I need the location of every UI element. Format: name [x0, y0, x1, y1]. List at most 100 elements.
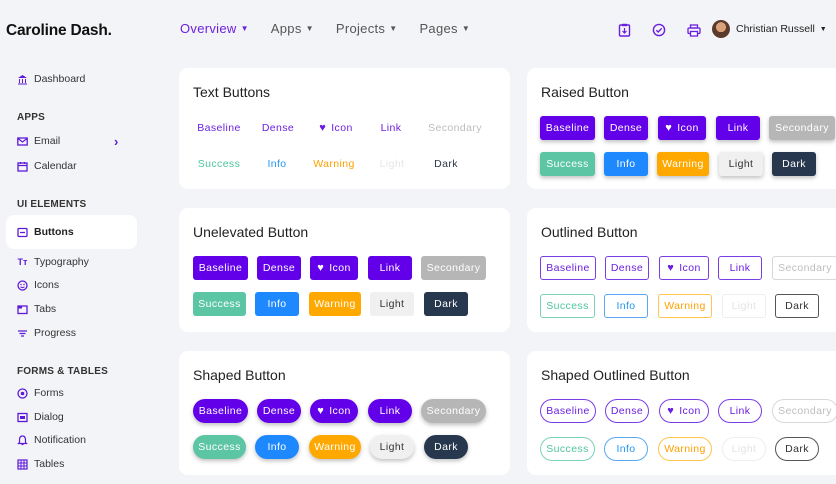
topnav-overview[interactable]: Overview ▼ — [180, 21, 249, 36]
link-button[interactable]: Link — [718, 399, 762, 423]
sidebar-item-typography[interactable]: Tт Typography — [17, 252, 89, 272]
printer-icon[interactable] — [684, 22, 704, 38]
card-shaped-outlined-button: Shaped Outlined Button Baseline Dense ♥ I… — [527, 351, 836, 475]
secondary-button[interactable]: Secondary — [421, 256, 486, 280]
light-button[interactable]: Light — [722, 294, 766, 318]
secondary-button[interactable]: Secondary — [769, 116, 835, 140]
baseline-button[interactable]: Baseline — [193, 399, 248, 423]
topnav-label: Overview — [180, 21, 237, 36]
light-button[interactable]: Light — [370, 292, 414, 316]
success-button[interactable]: Success — [540, 294, 595, 318]
dense-button[interactable]: Dense — [605, 256, 649, 280]
heart-icon: ♥ — [317, 262, 325, 274]
top-navigation: Overview ▼ Apps ▼ Projects ▼ Pages ▼ — [180, 21, 492, 36]
sidebar-item-label: Email — [34, 135, 61, 147]
sidebar-item-label: Typography — [34, 256, 89, 268]
button-label: Icon — [677, 122, 699, 134]
sidebar-item-label: Progress — [34, 327, 77, 339]
sidebar-item-tables[interactable]: Tables — [17, 454, 64, 474]
success-button[interactable]: Success — [540, 437, 595, 461]
secondary-button[interactable]: Secondary — [772, 256, 836, 280]
warning-button[interactable]: Warning — [657, 152, 709, 176]
light-button[interactable]: Light — [375, 152, 409, 176]
topnav-pages[interactable]: Pages ▼ — [419, 21, 470, 36]
sidebar-item-buttons[interactable]: Buttons — [6, 215, 137, 249]
chevron-right-icon[interactable]: › — [114, 134, 118, 149]
secondary-button[interactable]: Secondary — [421, 399, 486, 423]
sidebar: Caroline Dash. Dashboard APPS Email › Ca… — [0, 0, 145, 484]
dense-button[interactable]: Dense — [257, 256, 301, 280]
sidebar-item-tabs[interactable]: Tabs — [17, 299, 56, 319]
dark-button[interactable]: Dark — [429, 152, 463, 176]
top-actions — [614, 22, 704, 38]
dark-button[interactable]: Dark — [775, 294, 819, 318]
bank-icon — [17, 74, 28, 85]
dark-button[interactable]: Dark — [424, 292, 468, 316]
link-button[interactable]: Link — [368, 256, 412, 280]
warning-button[interactable]: Warning — [310, 152, 358, 176]
dark-button[interactable]: Dark — [772, 152, 816, 176]
warning-button[interactable]: Warning — [658, 294, 712, 318]
dense-button[interactable]: Dense — [259, 116, 297, 140]
sidebar-item-email[interactable]: Email — [17, 131, 60, 151]
button-label: Icon — [329, 262, 351, 274]
sidebar-item-progress[interactable]: Progress — [17, 323, 76, 343]
info-button[interactable]: Info — [604, 152, 648, 176]
light-button[interactable]: Light — [719, 152, 763, 176]
topnav-apps[interactable]: Apps ▼ — [271, 21, 314, 36]
warning-button[interactable]: Warning — [658, 437, 712, 461]
success-button[interactable]: Success — [193, 292, 246, 316]
sidebar-item-label: Tabs — [34, 303, 57, 315]
info-button[interactable]: Info — [604, 294, 648, 318]
secondary-button[interactable]: Secondary — [425, 116, 485, 140]
light-button[interactable]: Light — [370, 435, 414, 459]
sidebar-item-forms[interactable]: Forms — [17, 383, 64, 403]
heart-icon: ♥ — [667, 262, 675, 274]
baseline-button[interactable]: Baseline — [193, 256, 248, 280]
sidebar-item-notification[interactable]: Notification — [17, 430, 86, 450]
link-button[interactable]: Link — [375, 116, 407, 140]
dense-button[interactable]: Dense — [605, 399, 649, 423]
baseline-button[interactable]: Baseline — [540, 399, 596, 423]
icon-button[interactable]: ♥ Icon — [659, 256, 709, 280]
info-button[interactable]: Info — [263, 152, 291, 176]
baseline-button[interactable]: Baseline — [193, 116, 245, 140]
clipboard-icon[interactable] — [614, 22, 634, 38]
icon-button[interactable]: ♥ Icon — [658, 116, 706, 140]
baseline-button[interactable]: Baseline — [540, 256, 596, 280]
user-menu[interactable]: Christian Russell ▼ — [712, 20, 827, 38]
link-button[interactable]: Link — [718, 256, 762, 280]
button-label: Icon — [329, 405, 351, 417]
check-circle-icon[interactable] — [649, 22, 669, 38]
caret-down-icon: ▼ — [461, 24, 471, 33]
link-button[interactable]: Link — [716, 116, 760, 140]
smiley-icon — [17, 279, 28, 291]
card-title: Outlined Button — [541, 224, 638, 240]
dense-button[interactable]: Dense — [604, 116, 648, 140]
success-button[interactable]: Success — [193, 152, 245, 176]
info-button[interactable]: Info — [604, 437, 648, 461]
baseline-button[interactable]: Baseline — [540, 116, 595, 140]
dark-button[interactable]: Dark — [424, 435, 468, 459]
sidebar-item-dialog[interactable]: Dialog — [17, 407, 64, 427]
light-button[interactable]: Light — [722, 437, 766, 461]
sidebar-item-icons[interactable]: Icons — [17, 275, 59, 295]
dense-button[interactable]: Dense — [257, 399, 301, 423]
link-button[interactable]: Link — [368, 399, 412, 423]
card-title: Text Buttons — [193, 84, 271, 100]
info-button[interactable]: Info — [255, 435, 299, 459]
sidebar-item-calendar[interactable]: Calendar — [17, 156, 77, 176]
icon-button[interactable]: ♥ Icon — [313, 116, 359, 140]
topnav-projects[interactable]: Projects ▼ — [336, 21, 398, 36]
dark-button[interactable]: Dark — [775, 437, 819, 461]
warning-button[interactable]: Warning — [309, 435, 361, 459]
success-button[interactable]: Success — [540, 152, 595, 176]
icon-button[interactable]: ♥ Icon — [310, 256, 358, 280]
success-button[interactable]: Success — [193, 435, 246, 459]
secondary-button[interactable]: Secondary — [772, 399, 836, 423]
icon-button[interactable]: ♥ Icon — [310, 399, 358, 423]
sidebar-item-dashboard[interactable]: Dashboard — [17, 69, 85, 89]
warning-button[interactable]: Warning — [309, 292, 361, 316]
icon-button[interactable]: ♥ Icon — [659, 399, 709, 423]
info-button[interactable]: Info — [255, 292, 299, 316]
